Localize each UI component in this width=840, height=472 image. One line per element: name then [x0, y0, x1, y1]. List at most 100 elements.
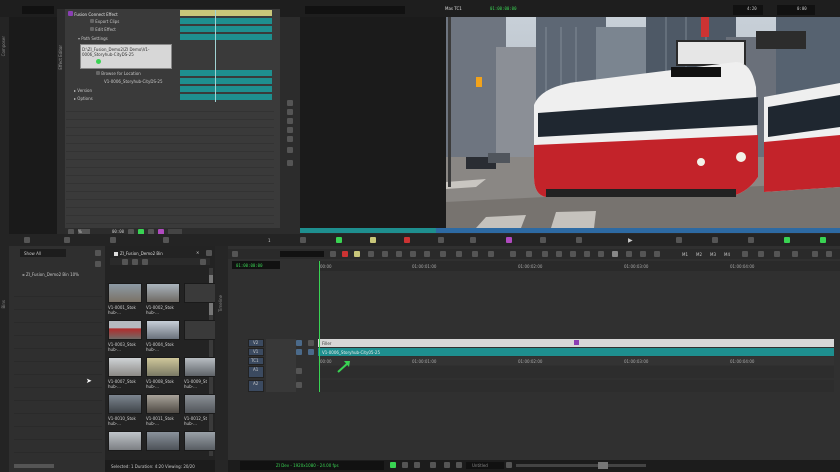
record-position-bar[interactable] [436, 228, 840, 233]
close-icon[interactable]: ✕ [196, 250, 199, 255]
checkbox-icon[interactable] [96, 71, 100, 75]
tl-btn-12[interactable] [472, 251, 478, 257]
lift-button[interactable] [404, 237, 410, 243]
monitor-v1[interactable] [308, 349, 314, 355]
bin-tree-item[interactable]: ▪ ZI_Fusion_Demo2 Bin 10% [22, 272, 79, 277]
source-btn-1[interactable] [24, 237, 30, 243]
source-position-bar[interactable] [300, 228, 440, 233]
chevron-down-icon[interactable]: ▾ [78, 36, 80, 41]
tl-btn-18[interactable] [570, 251, 576, 257]
hand-icon[interactable] [287, 127, 293, 133]
browse-location[interactable]: Browse for Location [96, 71, 141, 76]
pen-icon[interactable] [287, 136, 293, 142]
track-selector-tc1[interactable]: TC1 [248, 357, 264, 365]
keyframe-icon[interactable] [287, 147, 293, 153]
tl-foot-btn-3[interactable] [414, 462, 420, 468]
tl-dropdown[interactable] [280, 251, 324, 257]
monitor-m4[interactable]: M4 [724, 252, 730, 257]
tl-foot-btn-1[interactable] [390, 462, 396, 468]
rec-btn-2[interactable] [470, 237, 476, 243]
step-back-button[interactable] [540, 237, 546, 243]
view-btn-1[interactable] [122, 259, 128, 265]
solo-a2[interactable] [296, 382, 302, 388]
tl-btn-10[interactable] [440, 251, 446, 257]
chevron-right-icon[interactable]: ▸ [74, 88, 76, 93]
clip-thumb[interactable] [108, 283, 142, 303]
effect-editor-tab[interactable]: Effect Editor [58, 45, 63, 70]
rec-btn-9[interactable] [748, 237, 754, 243]
bins-tab[interactable]: Bins [1, 300, 6, 308]
record-menu[interactable] [305, 6, 405, 14]
fit-icon[interactable] [287, 118, 293, 124]
tl-btn-14[interactable] [510, 251, 516, 257]
tl-btn-7[interactable] [396, 251, 402, 257]
bin-search-icon[interactable] [200, 259, 206, 265]
tl-btn-8[interactable] [410, 251, 416, 257]
clip-thumb[interactable] [184, 431, 218, 451]
clip-thumb[interactable] [146, 394, 180, 414]
tl-btn-9[interactable] [424, 251, 430, 257]
export-clips[interactable]: Export Clips [90, 19, 119, 24]
tl-btn-25[interactable] [742, 251, 748, 257]
tl-foot-btn-5[interactable] [444, 462, 450, 468]
tl-btn-21[interactable] [612, 251, 618, 257]
clip-thumb[interactable] [184, 357, 218, 377]
tl-btn-13[interactable] [488, 251, 494, 257]
monitor-v2[interactable] [308, 340, 314, 346]
clip-thumb[interactable] [146, 283, 180, 303]
tl-btn-26[interactable] [758, 251, 764, 257]
sync-lock-v1[interactable] [296, 349, 302, 355]
tl-btn-19[interactable] [584, 251, 590, 257]
timeline-ruler[interactable] [318, 261, 840, 271]
rec-btn-7[interactable] [676, 237, 682, 243]
rec-btn-3[interactable] [506, 237, 512, 243]
zoom-in-icon[interactable] [287, 100, 293, 106]
mark-in-button[interactable] [300, 237, 306, 243]
tl-btn-4[interactable] [354, 251, 360, 257]
tl-btn-2[interactable] [330, 251, 336, 257]
tl-btn-23[interactable] [640, 251, 646, 257]
tl-btn-6[interactable] [382, 251, 388, 257]
overwrite-button[interactable] [370, 237, 376, 243]
splice-button[interactable] [336, 237, 342, 243]
monitor-m1[interactable]: M1 [682, 252, 688, 257]
path-settings[interactable]: ▾ Path Settings [78, 36, 108, 41]
scroll-icon[interactable] [287, 160, 293, 166]
timeline-tab[interactable]: Timeline [218, 295, 223, 312]
zoom-slider-thumb[interactable] [598, 462, 608, 469]
search-icon[interactable] [95, 261, 101, 267]
tl-btn-3[interactable] [342, 251, 348, 257]
tl-btn-16[interactable] [542, 251, 548, 257]
clip-thumb[interactable] [184, 283, 218, 303]
tl-btn-11[interactable] [456, 251, 462, 257]
source-btn-4[interactable] [163, 237, 169, 243]
play-icon[interactable]: ▶ [628, 237, 633, 244]
menu-icon[interactable] [95, 250, 101, 256]
clip-thumb[interactable] [146, 431, 180, 451]
source-btn-3[interactable] [110, 237, 116, 243]
chevron-right-icon[interactable]: ▸ [74, 96, 76, 101]
tl-btn-17[interactable] [556, 251, 562, 257]
monitor-m2[interactable]: M2 [696, 252, 702, 257]
clip-thumb[interactable] [146, 320, 180, 340]
clip-thumb[interactable] [146, 357, 180, 377]
tl-foot-btn-4[interactable] [430, 462, 436, 468]
tl-btn-28[interactable] [792, 251, 798, 257]
tl-btn-30[interactable] [826, 251, 832, 257]
bin-menu-icon[interactable] [206, 250, 212, 256]
tl-foot-btn-2[interactable] [402, 462, 408, 468]
view-btn-3[interactable] [142, 259, 148, 265]
rec-btn-11[interactable] [820, 237, 826, 243]
checkbox-icon[interactable] [90, 19, 94, 23]
tl-foot-btn-6[interactable] [456, 462, 462, 468]
rec-btn-1[interactable] [438, 237, 444, 243]
clip-thumb[interactable] [108, 431, 142, 451]
tl-btn-5[interactable] [368, 251, 374, 257]
view-btn-2[interactable] [132, 259, 138, 265]
source-btn-2[interactable] [64, 237, 70, 243]
monitor-m3[interactable]: M3 [710, 252, 716, 257]
version-row[interactable]: ▸ Version [74, 88, 92, 93]
clip-thumb[interactable] [108, 394, 142, 414]
clip-thumb[interactable] [184, 320, 218, 340]
rec-btn-10[interactable] [784, 237, 790, 243]
